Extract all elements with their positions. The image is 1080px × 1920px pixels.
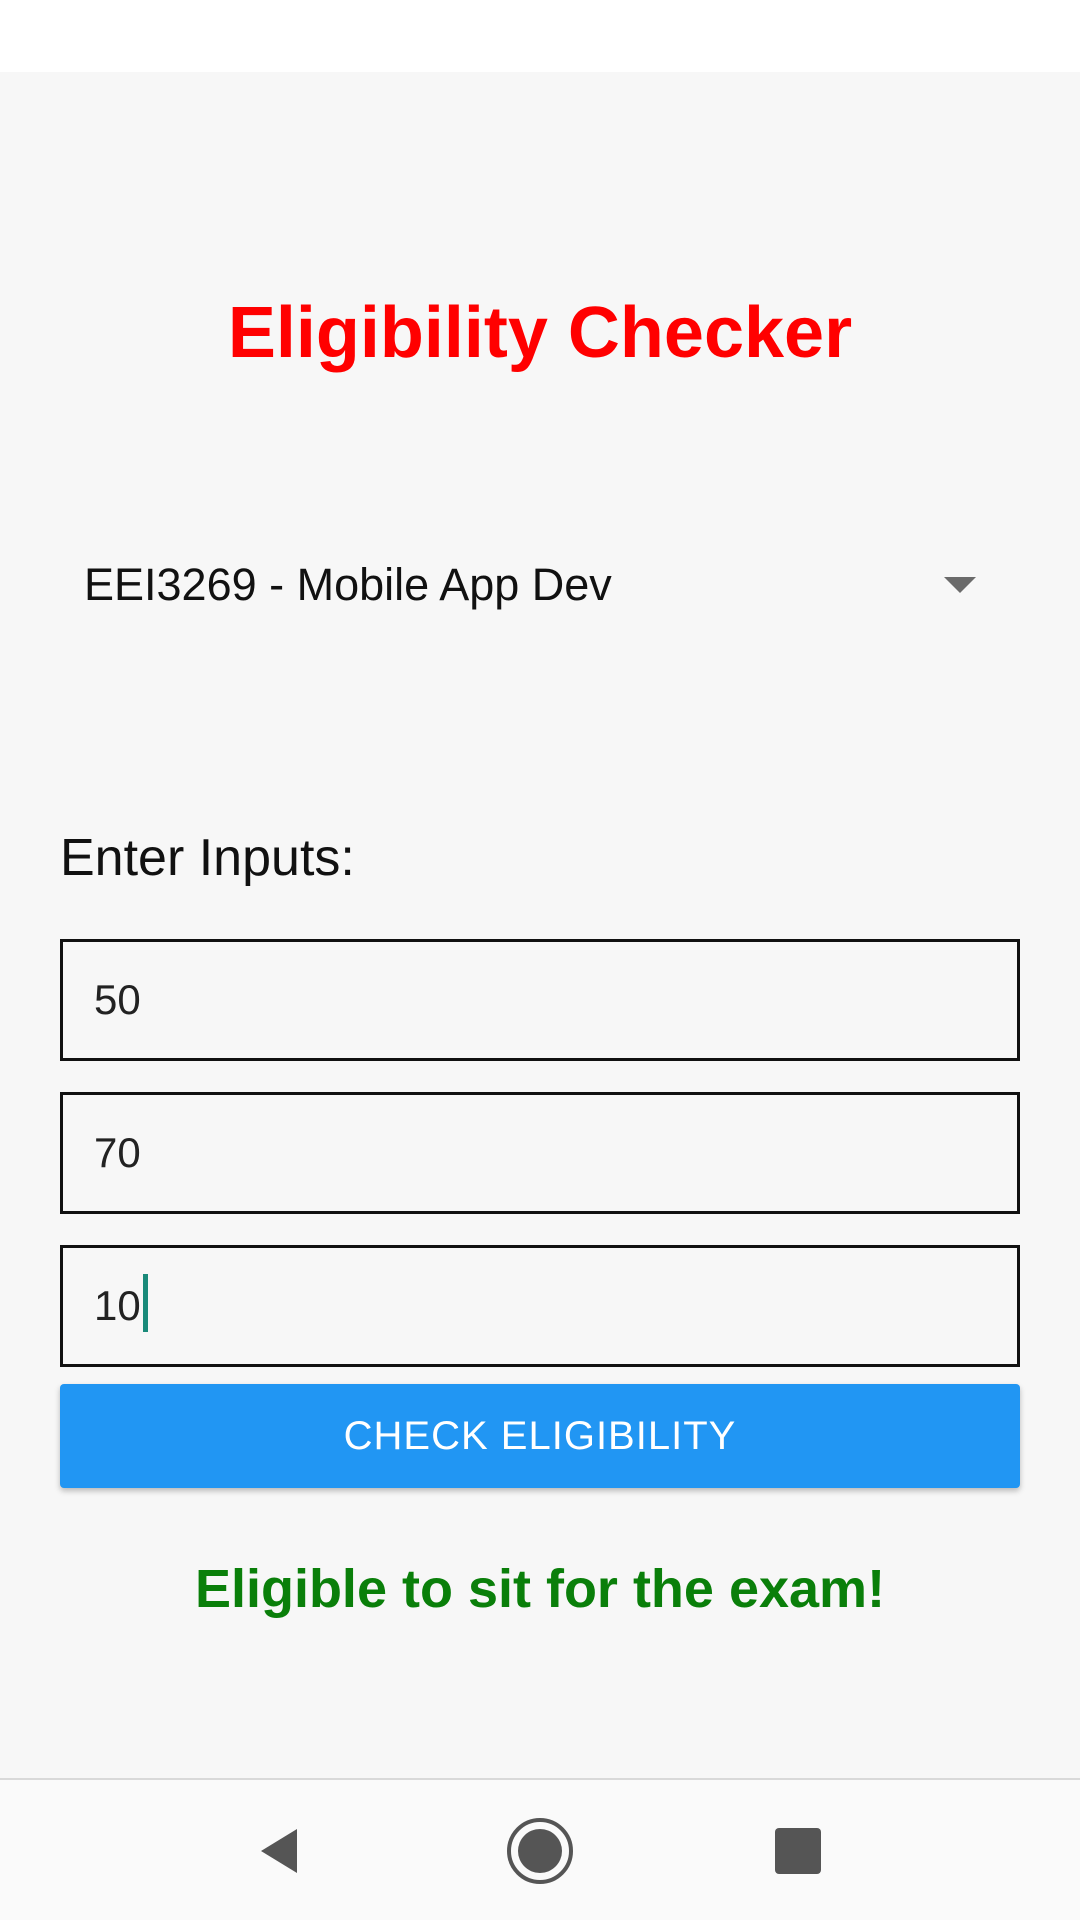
navigation-bar <box>0 1778 1080 1920</box>
main-content: Eligibility Checker EEI3269 - Mobile App… <box>0 72 1080 1778</box>
result-message: Eligible to sit for the exam! <box>194 1559 886 1619</box>
dropdown-arrow-icon <box>930 555 990 615</box>
back-button[interactable] <box>210 1780 350 1920</box>
input-field-3[interactable]: 10 <box>60 1245 1020 1367</box>
spinner-selected-value: EEI3269 - Mobile App Dev <box>84 559 612 610</box>
text-cursor <box>143 1274 148 1332</box>
home-icon <box>507 1818 573 1884</box>
check-eligibility-button[interactable]: CHECK ELIGIBILITY <box>60 1384 1020 1488</box>
inputs-label: Enter Inputs: <box>60 829 355 887</box>
home-button[interactable] <box>470 1780 610 1920</box>
page-title: Eligibility Checker <box>227 293 853 373</box>
recents-icon <box>775 1828 821 1874</box>
back-icon <box>261 1829 297 1873</box>
course-spinner[interactable]: EEI3269 - Mobile App Dev <box>60 530 990 640</box>
recents-button[interactable] <box>728 1780 868 1920</box>
input-1[interactable] <box>94 942 1017 1058</box>
input-2[interactable] <box>94 1095 1017 1211</box>
input-field-2[interactable] <box>60 1092 1020 1214</box>
status-bar <box>0 0 1080 72</box>
input-3[interactable]: 10 <box>94 1282 141 1330</box>
app-screen: Eligibility Checker EEI3269 - Mobile App… <box>0 0 1080 1920</box>
input-field-1[interactable] <box>60 939 1020 1061</box>
